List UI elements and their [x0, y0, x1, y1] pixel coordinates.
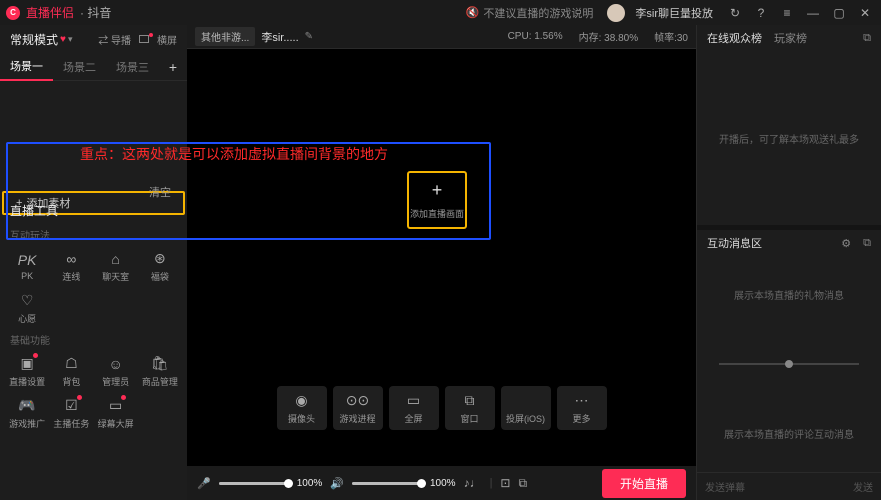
tool-task[interactable]: ☑主播任务	[50, 393, 92, 433]
tool-chat[interactable]: ⌂聊天室	[95, 246, 137, 286]
add-scene-button[interactable]: + 添加直播画面	[407, 171, 467, 229]
mode-row: 常规模式 ♥ ▾ ⇄ 导播 横屏	[0, 25, 187, 53]
basic-heading: 基础功能	[0, 330, 187, 349]
app-brand: 直播伴侣	[26, 4, 74, 21]
live-tools-heading: 直播工具	[0, 196, 187, 225]
src-more[interactable]: ⋯更多	[557, 386, 607, 430]
guide-link[interactable]: ⇄ 导播	[98, 32, 131, 47]
src-camera[interactable]: ◉摄像头	[277, 386, 327, 430]
tool-wish[interactable]: ♡心愿	[6, 288, 48, 328]
tool-promo[interactable]: 🎮游戏推广	[6, 393, 48, 433]
popout-icon[interactable]: ⧉	[863, 32, 871, 45]
tool-admin[interactable]: ☺管理员	[95, 351, 137, 391]
tool-goods[interactable]: 🛍商品管理	[139, 351, 181, 391]
game-note[interactable]: 🔇 不建议直播的游戏说明	[466, 5, 594, 21]
tool-pk[interactable]: PKPK	[6, 246, 48, 286]
tool-link[interactable]: ∞连线	[50, 246, 92, 286]
stage: + 添加直播画面 ◉摄像头 ⊙⊙游戏进程 ▭全屏 ⧉窗口 投屏(iOS) ⋯更多…	[187, 49, 696, 500]
player-tab[interactable]: 玩家榜	[774, 30, 807, 46]
source-row: ◉摄像头 ⊙⊙游戏进程 ▭全屏 ⧉窗口 投屏(iOS) ⋯更多	[187, 386, 696, 430]
scene-add[interactable]: +	[169, 59, 177, 75]
snapshot-icon[interactable]: ⧉	[518, 476, 527, 491]
stat-mem: 内存: 38.80%	[579, 29, 638, 44]
methods-heading: 互动玩法	[0, 225, 187, 244]
app-sub: · 抖音	[80, 4, 111, 21]
src-fullscreen[interactable]: ▭全屏	[389, 386, 439, 430]
rp-split-slider[interactable]	[719, 363, 859, 365]
heart-icon: ♥	[60, 34, 66, 45]
src-game[interactable]: ⊙⊙游戏进程	[333, 386, 383, 430]
tool-green[interactable]: ▭绿幕大屏	[95, 393, 137, 433]
username[interactable]: 李sir聊巨量投放	[635, 5, 713, 21]
titlebar: C 直播伴侣 · 抖音 🔇 不建议直播的游戏说明 李sir聊巨量投放 ↻ ? ≡…	[0, 0, 881, 25]
src-window[interactable]: ⧉窗口	[445, 386, 495, 430]
scene-tab-1[interactable]: 场景一	[0, 53, 53, 81]
send-button[interactable]: 发送	[853, 479, 873, 494]
chevron-down-icon[interactable]: ▾	[68, 34, 73, 45]
tools-grid-1: PKPK ∞连线 ⌂聊天室 ⊛福袋 ♡心愿	[0, 244, 187, 330]
category-chip[interactable]: 其他非游...	[195, 27, 255, 46]
info-row: 其他非游... 李sir..... ✎ CPU: 1.56% 内存: 38.80…	[187, 25, 696, 49]
help-icon[interactable]: ?	[751, 6, 771, 20]
stat-cpu: CPU: 1.56%	[508, 31, 563, 42]
rank-placeholder: 开播后，可了解本场观送礼最多	[719, 131, 859, 146]
tool-settings[interactable]: ▣直播设置	[6, 351, 48, 391]
gear-icon[interactable]: ⚙	[841, 237, 851, 250]
minimize-icon[interactable]: —	[803, 6, 823, 20]
danmaku-input[interactable]: 发送弹幕 发送	[697, 472, 881, 500]
rank-tab[interactable]: 在线观众榜	[707, 30, 762, 46]
maximize-icon[interactable]: ▢	[829, 6, 849, 20]
mic-pct: 100%	[297, 478, 323, 489]
mic-icon[interactable]: 🎤	[197, 477, 211, 490]
menu-icon[interactable]: ≡	[777, 6, 797, 20]
start-live-button[interactable]: 开始直播	[602, 469, 686, 498]
scene-tabs: 场景一 场景二 场景三 +	[0, 53, 187, 81]
spk-pct: 100%	[430, 478, 456, 489]
spk-slider[interactable]	[352, 482, 422, 485]
stat-fps: 帧率:30	[654, 29, 688, 44]
edit-icon[interactable]: ✎	[305, 31, 313, 42]
sidebar: 常规模式 ♥ ▾ ⇄ 导播 横屏 场景一 场景二 场景三 + + 添加素材	[0, 25, 187, 500]
orientation-toggle[interactable]: 横屏	[139, 32, 177, 47]
comment-hint: 展示本场直播的评论互动消息	[724, 426, 854, 441]
mode-label[interactable]: 常规模式	[10, 31, 58, 48]
scene-tab-2[interactable]: 场景二	[53, 53, 106, 81]
tools-grid-2: ▣直播设置 ☖背包 ☺管理员 🛍商品管理 🎮游戏推广 ☑主播任务 ▭绿幕大屏	[0, 349, 187, 435]
speaker-icon: 🔇	[466, 6, 480, 19]
record-icon[interactable]: ⊡	[500, 476, 510, 490]
right-panel: 在线观众榜 玩家榜 ⧉ 开播后，可了解本场观送礼最多 互动消息区 ⚙ ⧉	[696, 25, 881, 500]
interact-title: 互动消息区	[707, 235, 762, 251]
refresh-icon[interactable]: ↻	[725, 6, 745, 20]
scene-tab-3[interactable]: 场景三	[106, 53, 159, 81]
src-ios[interactable]: 投屏(iOS)	[501, 386, 551, 430]
popout-icon-2[interactable]: ⧉	[863, 237, 871, 250]
avatar[interactable]	[607, 4, 625, 22]
tool-backpack[interactable]: ☖背包	[50, 351, 92, 391]
tool-bag[interactable]: ⊛福袋	[139, 246, 181, 286]
rank-head: 在线观众榜 玩家榜 ⧉	[697, 25, 881, 51]
bottombar: 🎤 100% 🔊 100% ♪♩ | ⊡ ⧉ 开始直播	[187, 466, 696, 500]
plus-icon: +	[432, 180, 443, 201]
close-icon[interactable]: ✕	[855, 6, 875, 20]
nickname: 李sir.....	[261, 29, 298, 45]
center-area: 其他非游... 李sir..... ✎ CPU: 1.56% 内存: 38.80…	[187, 25, 696, 500]
speaker-icon[interactable]: 🔊	[330, 477, 344, 490]
gift-hint: 展示本场直播的礼物消息	[734, 287, 844, 302]
equalizer-icon[interactable]: ♪♩	[464, 476, 482, 490]
mic-slider[interactable]	[219, 482, 289, 485]
interact-head: 互动消息区 ⚙ ⧉	[697, 230, 881, 256]
app-logo: C	[6, 6, 20, 20]
